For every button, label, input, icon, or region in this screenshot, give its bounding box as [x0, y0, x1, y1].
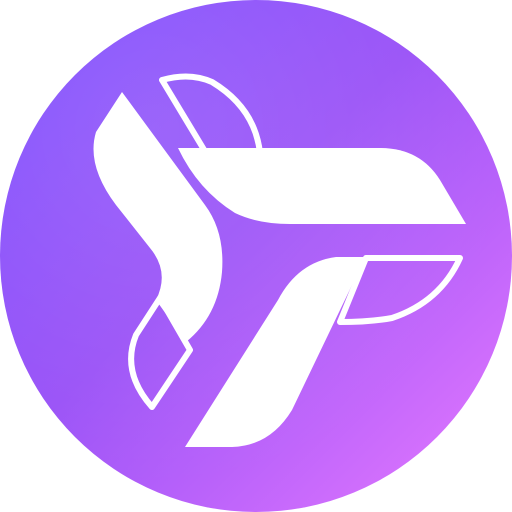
app-icon-canvas	[0, 0, 512, 512]
app-logo	[0, 0, 512, 512]
